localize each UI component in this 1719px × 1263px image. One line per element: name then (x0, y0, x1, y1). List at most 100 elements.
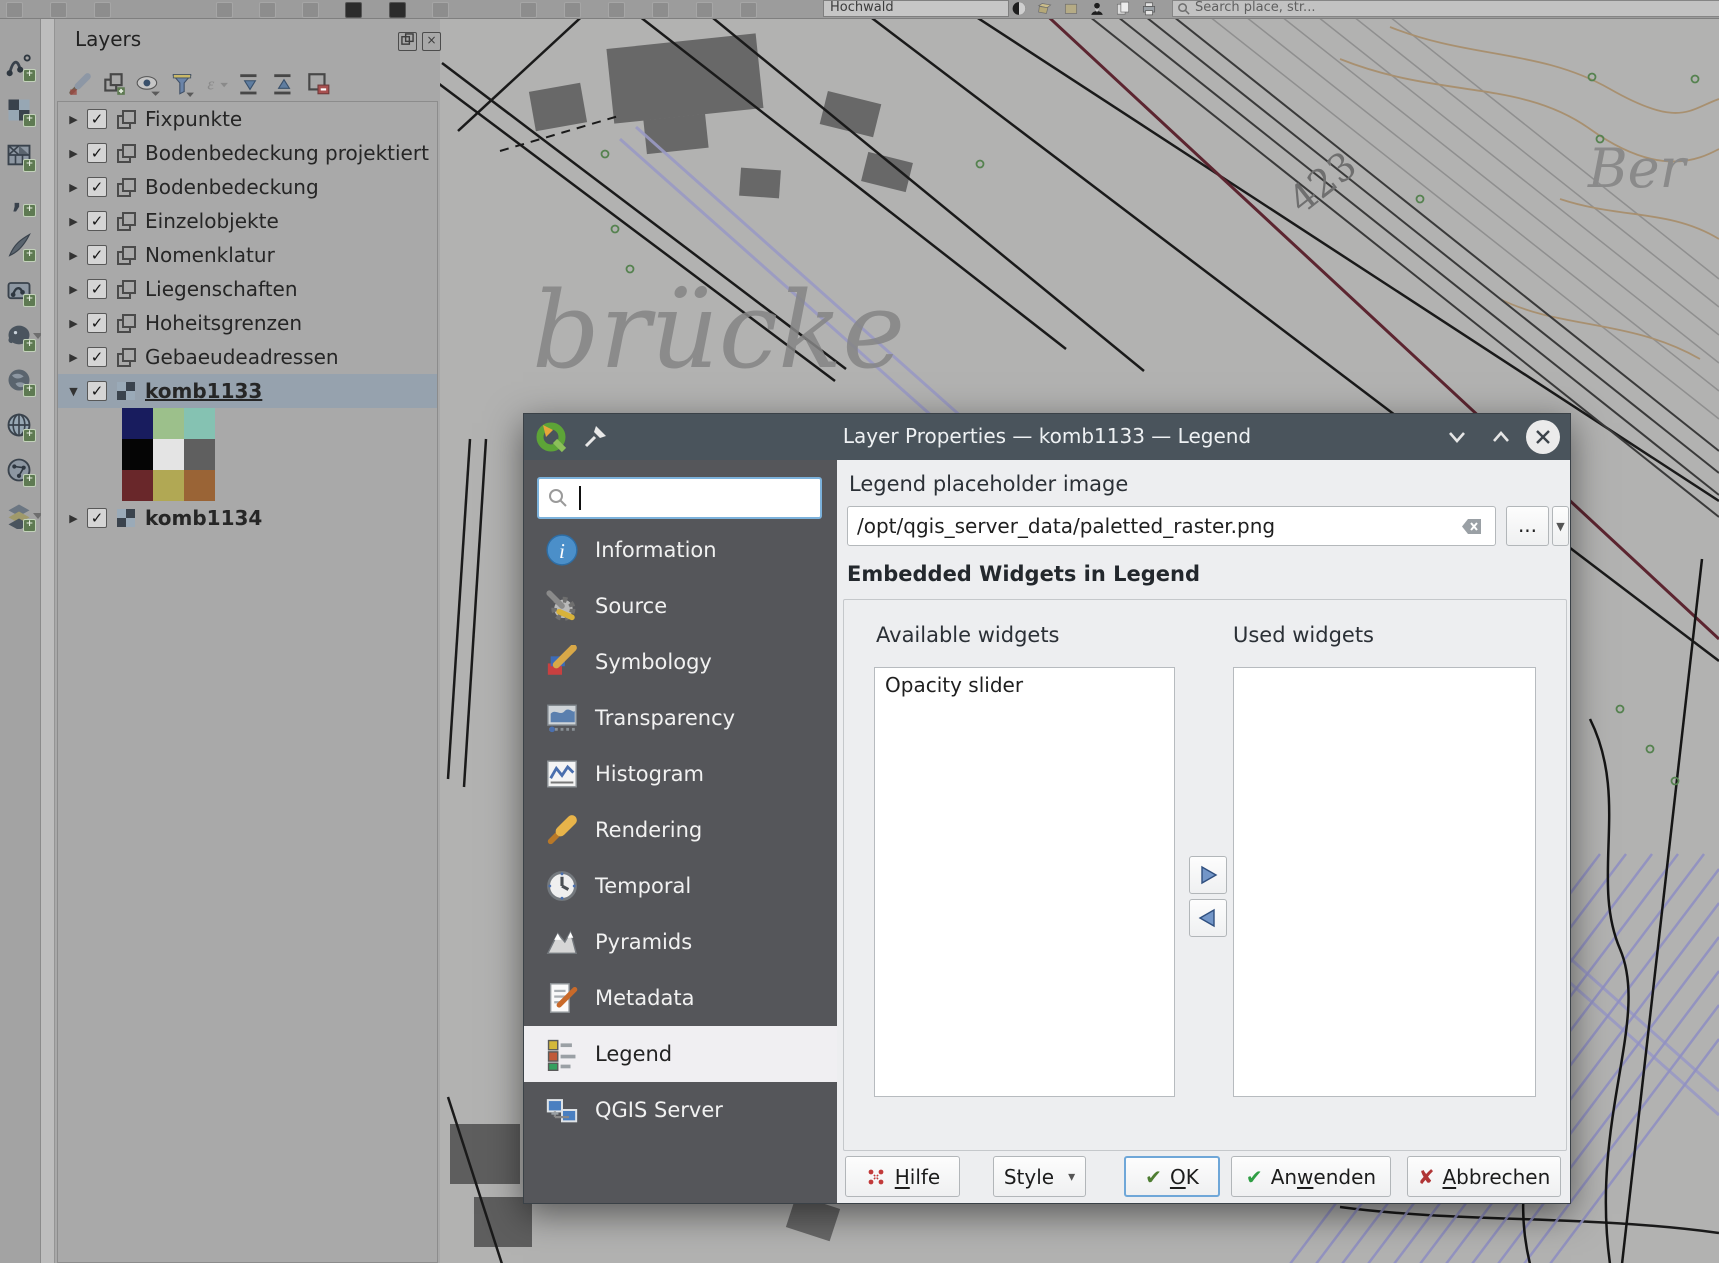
path-dropdown-button[interactable]: ▼ (1552, 506, 1569, 546)
layer-checkbox[interactable]: ✓ (87, 508, 107, 528)
add-mesh-layer-icon[interactable]: + (5, 141, 33, 169)
layer-checkbox[interactable]: ✓ (87, 245, 107, 265)
tab-histogram[interactable]: Histogram (524, 746, 837, 802)
layer-row-nomenklatur[interactable]: ▶✓Nomenklatur (58, 238, 437, 272)
open-layer-styling-icon[interactable] (67, 71, 93, 97)
layer-row-einzelobjekte[interactable]: ▶✓Einzelobjekte (58, 204, 437, 238)
layer-checkbox[interactable]: ✓ (87, 143, 107, 163)
expand-arrow-icon[interactable]: ▶ (66, 317, 81, 330)
toolbar-button[interactable] (6, 2, 23, 18)
toolbar-button[interactable] (345, 2, 362, 18)
anwenden-button[interactable]: ✔Anwenden (1231, 1156, 1391, 1197)
toolbar-button[interactable] (302, 2, 319, 18)
expand-arrow-icon[interactable]: ▶ (66, 283, 81, 296)
expand-all-icon[interactable] (237, 71, 263, 97)
edit-filter-expression-icon[interactable]: ε (203, 71, 229, 97)
tab-information[interactable]: iInformation (524, 522, 837, 578)
expand-arrow-icon[interactable]: ▶ (66, 351, 81, 364)
layer-row-komb1134[interactable]: ▶✓komb1134 (58, 501, 437, 535)
tab-symbology[interactable]: Symbology (524, 634, 837, 690)
add-gpx-layer-icon[interactable]: + (5, 231, 33, 259)
tab-rendering[interactable]: Rendering (524, 802, 837, 858)
layer-row-bodenbedeckung-projektiert[interactable]: ▶✓Bodenbedeckung projektiert (58, 136, 437, 170)
expand-arrow-icon[interactable]: ▶ (66, 215, 81, 228)
float-panel-icon[interactable] (398, 32, 417, 51)
tab-legend[interactable]: Legend (524, 1026, 837, 1082)
hilfe-button[interactable]: Hilfe (845, 1156, 960, 1197)
toolbar-button[interactable] (259, 2, 276, 18)
panel-splitter[interactable] (41, 19, 55, 1263)
manage-map-themes-icon[interactable] (135, 71, 161, 97)
toolbar-button[interactable] (608, 2, 625, 18)
folder-icon[interactable] (1062, 0, 1080, 17)
project-combo[interactable]: Hochwald (823, 0, 1009, 17)
layer-checkbox[interactable]: ✓ (87, 211, 107, 231)
abbrechen-button[interactable]: ✘Abbrechen (1407, 1156, 1561, 1197)
layer-checkbox[interactable]: ✓ (87, 109, 107, 129)
add-raster-layer-icon[interactable]: + (5, 96, 33, 124)
user-icon[interactable] (1088, 0, 1106, 17)
add-wcs-layer-icon[interactable]: + (5, 501, 33, 529)
add-spatialite-layer-icon[interactable]: + (5, 366, 33, 394)
close-dialog-icon[interactable] (1526, 420, 1560, 454)
layer-row-komb1133[interactable]: ▼✓komb1133 (58, 374, 437, 408)
expand-arrow-icon[interactable]: ▶ (66, 113, 81, 126)
add-vector-layer-icon[interactable]: + (5, 51, 33, 79)
collapse-all-icon[interactable] (271, 71, 297, 97)
printer-icon[interactable] (1140, 0, 1158, 17)
layer-row-fixpunkte[interactable]: ▶✓Fixpunkte (58, 102, 437, 136)
options-search-input[interactable] (537, 477, 822, 519)
layer-row-hoheitsgrenzen[interactable]: ▶✓Hoheitsgrenzen (58, 306, 437, 340)
layer-row-gebaeudeadressen[interactable]: ▶✓Gebaeudeadressen (58, 340, 437, 374)
toolbar-button[interactable] (652, 2, 669, 18)
toolbar-button[interactable] (94, 2, 111, 18)
add-wms-layer-icon[interactable]: + (5, 456, 33, 484)
new-folder-icon[interactable] (1036, 0, 1054, 17)
toolbar-button[interactable] (696, 2, 713, 18)
dialog-titlebar[interactable]: Layer Properties — komb1133 — Legend (524, 414, 1570, 460)
tab-qgis-server[interactable]: QGIS Server (524, 1082, 837, 1138)
tab-pyramids[interactable]: Pyramids (524, 914, 837, 970)
clear-text-icon[interactable] (1459, 514, 1484, 539)
toolbar-button[interactable] (216, 2, 233, 18)
expand-arrow-icon[interactable]: ▼ (66, 385, 81, 398)
ok-button[interactable]: ✔OK (1124, 1156, 1220, 1197)
layer-checkbox[interactable]: ✓ (87, 347, 107, 367)
available-widgets-list[interactable]: Opacity slider (874, 667, 1175, 1097)
toolbar-button[interactable] (520, 2, 537, 18)
add-group-icon[interactable] (101, 71, 127, 97)
layer-checkbox[interactable]: ✓ (87, 313, 107, 333)
dropdown-arrow-icon[interactable]: ▾ (1068, 1169, 1075, 1185)
filter-legend-icon[interactable] (169, 71, 195, 97)
add-widget-button[interactable] (1189, 856, 1227, 894)
used-widgets-list[interactable] (1233, 667, 1536, 1097)
layer-checkbox[interactable]: ✓ (87, 177, 107, 197)
shade-down-icon[interactable] (1442, 422, 1472, 452)
list-item[interactable]: Opacity slider (875, 668, 1174, 697)
expand-arrow-icon[interactable]: ▶ (66, 147, 81, 160)
close-panel-icon[interactable]: × (422, 32, 441, 51)
tab-temporal[interactable]: Temporal (524, 858, 837, 914)
placeholder-path-input[interactable]: /opt/qgis_server_data/paletted_raster.pn… (847, 506, 1496, 546)
remove-layer-icon[interactable] (305, 71, 331, 97)
toolbar-button[interactable] (389, 2, 406, 18)
tab-metadata[interactable]: Metadata (524, 970, 837, 1026)
add-db-layer-icon[interactable]: + (5, 411, 33, 439)
expand-arrow-icon[interactable]: ▶ (66, 512, 81, 525)
copy-icon[interactable] (1114, 0, 1132, 17)
add-vector-dataset-icon[interactable]: + (5, 276, 33, 304)
tab-transparency[interactable]: Transparency (524, 690, 837, 746)
style-button[interactable]: Style▾ (993, 1156, 1086, 1197)
locator-search-input[interactable]: Search place, str... (1172, 0, 1719, 17)
toolbar-button[interactable] (432, 2, 449, 18)
expand-arrow-icon[interactable]: ▶ (66, 181, 81, 194)
layer-checkbox[interactable]: ✓ (87, 279, 107, 299)
overview-icon[interactable] (1010, 0, 1028, 17)
layer-checkbox[interactable]: ✓ (87, 381, 107, 401)
toolbar-button[interactable] (50, 2, 67, 18)
add-delimited-text-layer-icon[interactable]: ,+ (5, 186, 33, 214)
shade-up-icon[interactable] (1486, 422, 1516, 452)
layer-row-bodenbedeckung[interactable]: ▶✓Bodenbedeckung (58, 170, 437, 204)
browse-button[interactable]: ... (1506, 506, 1549, 546)
remove-widget-button[interactable] (1189, 899, 1227, 937)
